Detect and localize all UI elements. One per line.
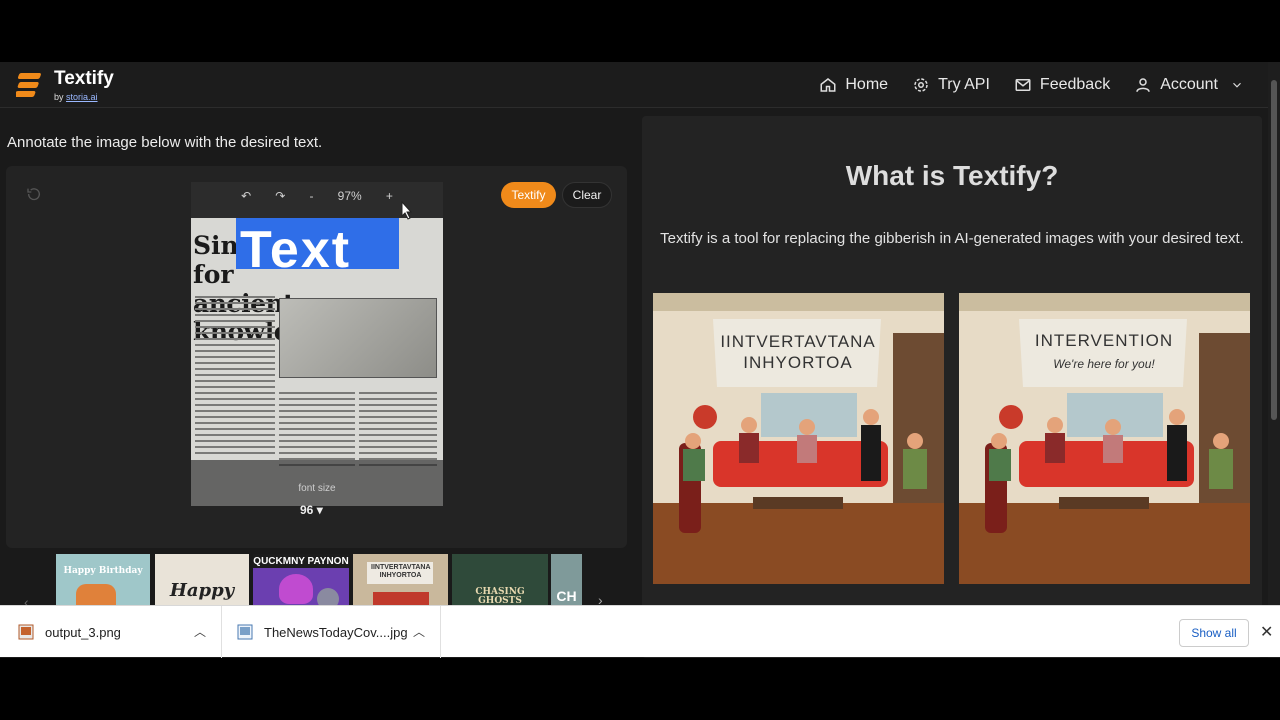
thumbnail-birthday[interactable]: Happy Birthday [56, 554, 150, 606]
scrollbar-thumb[interactable] [1271, 80, 1277, 420]
example-thumbnails: Happy Birthday Happy QUCKMNY PAYNON IINT… [56, 554, 582, 606]
info-panel: What is Textify? Textify is a tool for r… [642, 116, 1262, 658]
nav-home-label: Home [845, 76, 889, 93]
history-icon[interactable] [26, 186, 42, 202]
zoom-level: 97% [337, 189, 362, 203]
editor-instruction: Annotate the image below with the desire… [7, 134, 323, 151]
downloads-divider [221, 606, 222, 658]
thumbnail-text: IINTVERTAVTANA INHYORTOA [371, 564, 431, 579]
article-column [195, 296, 275, 476]
thumbnail-happy[interactable]: Happy [155, 554, 249, 606]
before-banner: IINTVERTAVTANA INHYORTOA [715, 331, 881, 374]
download-item[interactable]: output_3.png ︿ [18, 606, 213, 658]
before-banner-line-2: INHYORTOA [743, 353, 853, 373]
font-size-value: 96 [300, 503, 314, 517]
nav-feedback-label: Feedback [1039, 76, 1111, 93]
thumbnail-octopus[interactable]: QUCKMNY PAYNON [253, 554, 349, 606]
byline-prefix: by [54, 92, 67, 102]
nav-try-api-label: Try API [938, 76, 990, 93]
zoom-out-button[interactable]: - [310, 189, 314, 203]
after-banner-line-1: INTERVENTION [1034, 331, 1174, 350]
downloads-divider [440, 606, 441, 658]
info-description: Textify is a tool for replacing the gibb… [660, 230, 1244, 247]
nav-feedback[interactable]: Feedback [1014, 76, 1110, 94]
editor-canvas[interactable]: ↶ ↷ - 97% + Sing the quest for ancient k… [191, 182, 443, 506]
thumbnail-partial[interactable]: CH [551, 554, 582, 606]
thumbnail-text: CH [556, 588, 577, 604]
undo-icon[interactable]: ↶ [241, 189, 251, 203]
download-filename: output_3.png [45, 624, 121, 640]
thumbnail-ghosts[interactable]: CHASING GHOSTS [452, 554, 548, 606]
textify-logo-icon[interactable] [16, 69, 48, 101]
info-title: What is Textify? [845, 160, 1059, 191]
font-size-overlay: font size [191, 460, 443, 506]
textify-button[interactable]: Textify [501, 182, 556, 208]
canvas-toolbar: ↶ ↷ - 97% + [229, 184, 405, 208]
chevron-up-icon[interactable]: ︿ [413, 623, 425, 640]
nav-account-label: Account [1160, 76, 1218, 93]
image-file-icon [237, 624, 253, 640]
close-icon[interactable]: ✕ [1260, 622, 1273, 642]
brand-byline: by storia.ai [54, 92, 98, 102]
home-icon [820, 78, 836, 92]
brand-name[interactable]: Textify [54, 68, 114, 90]
clear-button[interactable]: Clear [562, 182, 612, 208]
chevron-down-icon [1233, 82, 1241, 88]
thumbnail-intervention[interactable]: IINTVERTAVTANA INHYORTOA [353, 554, 448, 606]
top-nav: Textify by storia.ai Home Try API Feedba… [0, 62, 1268, 108]
thumbnail-text: CHASING GHOSTS [475, 587, 525, 606]
font-size-label: font size [298, 483, 336, 494]
page-scrollbar[interactable] [1268, 62, 1280, 658]
after-image: INTERVENTION We're here for you! [959, 293, 1250, 584]
dropdown-caret-icon: ▾ [316, 503, 323, 517]
download-item[interactable]: TheNewsTodayCov....jpg ︿ [237, 606, 432, 658]
thumbnail-text: Happy [169, 580, 235, 601]
nav-home[interactable]: Home [819, 76, 888, 94]
zoom-in-button[interactable]: + [386, 189, 393, 203]
main-nav: Home Try API Feedback Account [819, 62, 1244, 108]
chevron-up-icon[interactable]: ︿ [194, 623, 206, 640]
image-file-icon [18, 624, 34, 640]
annotation-text: Text [240, 221, 352, 269]
before-image: IINTVERTAVTANA INHYORTOA [653, 293, 944, 584]
article-photo [279, 298, 437, 378]
mouse-cursor-icon [401, 201, 413, 220]
image-editor: ↶ ↷ - 97% + Sing the quest for ancient k… [6, 166, 627, 548]
redo-icon[interactable]: ↷ [275, 189, 285, 203]
show-all-button[interactable]: Show all [1179, 619, 1249, 647]
font-size-select[interactable]: 96 ▾ [300, 503, 323, 517]
nav-try-api[interactable]: Try API [912, 76, 990, 94]
thumbnail-text: Happy Birthday [63, 566, 143, 576]
gear-icon [914, 78, 928, 92]
user-icon [1136, 78, 1150, 92]
text-annotation-box[interactable]: Text [236, 218, 399, 269]
thumbnail-text: QUCKMNY PAYNON [253, 556, 349, 567]
after-banner: INTERVENTION We're here for you! [1021, 331, 1187, 371]
storia-link[interactable]: storia.ai [66, 92, 98, 102]
mail-icon [1015, 79, 1031, 91]
app-frame: Textify by storia.ai Home Try API Feedba… [0, 62, 1280, 658]
nav-account[interactable]: Account [1134, 76, 1244, 94]
download-filename: TheNewsTodayCov....jpg [264, 624, 408, 640]
downloads-bar: output_3.png ︿ TheNewsTodayCov....jpg ︿ … [0, 605, 1280, 658]
after-banner-line-2: We're here for you! [1053, 357, 1155, 371]
before-banner-line-1: IINTVERTAVTANA [720, 332, 876, 351]
